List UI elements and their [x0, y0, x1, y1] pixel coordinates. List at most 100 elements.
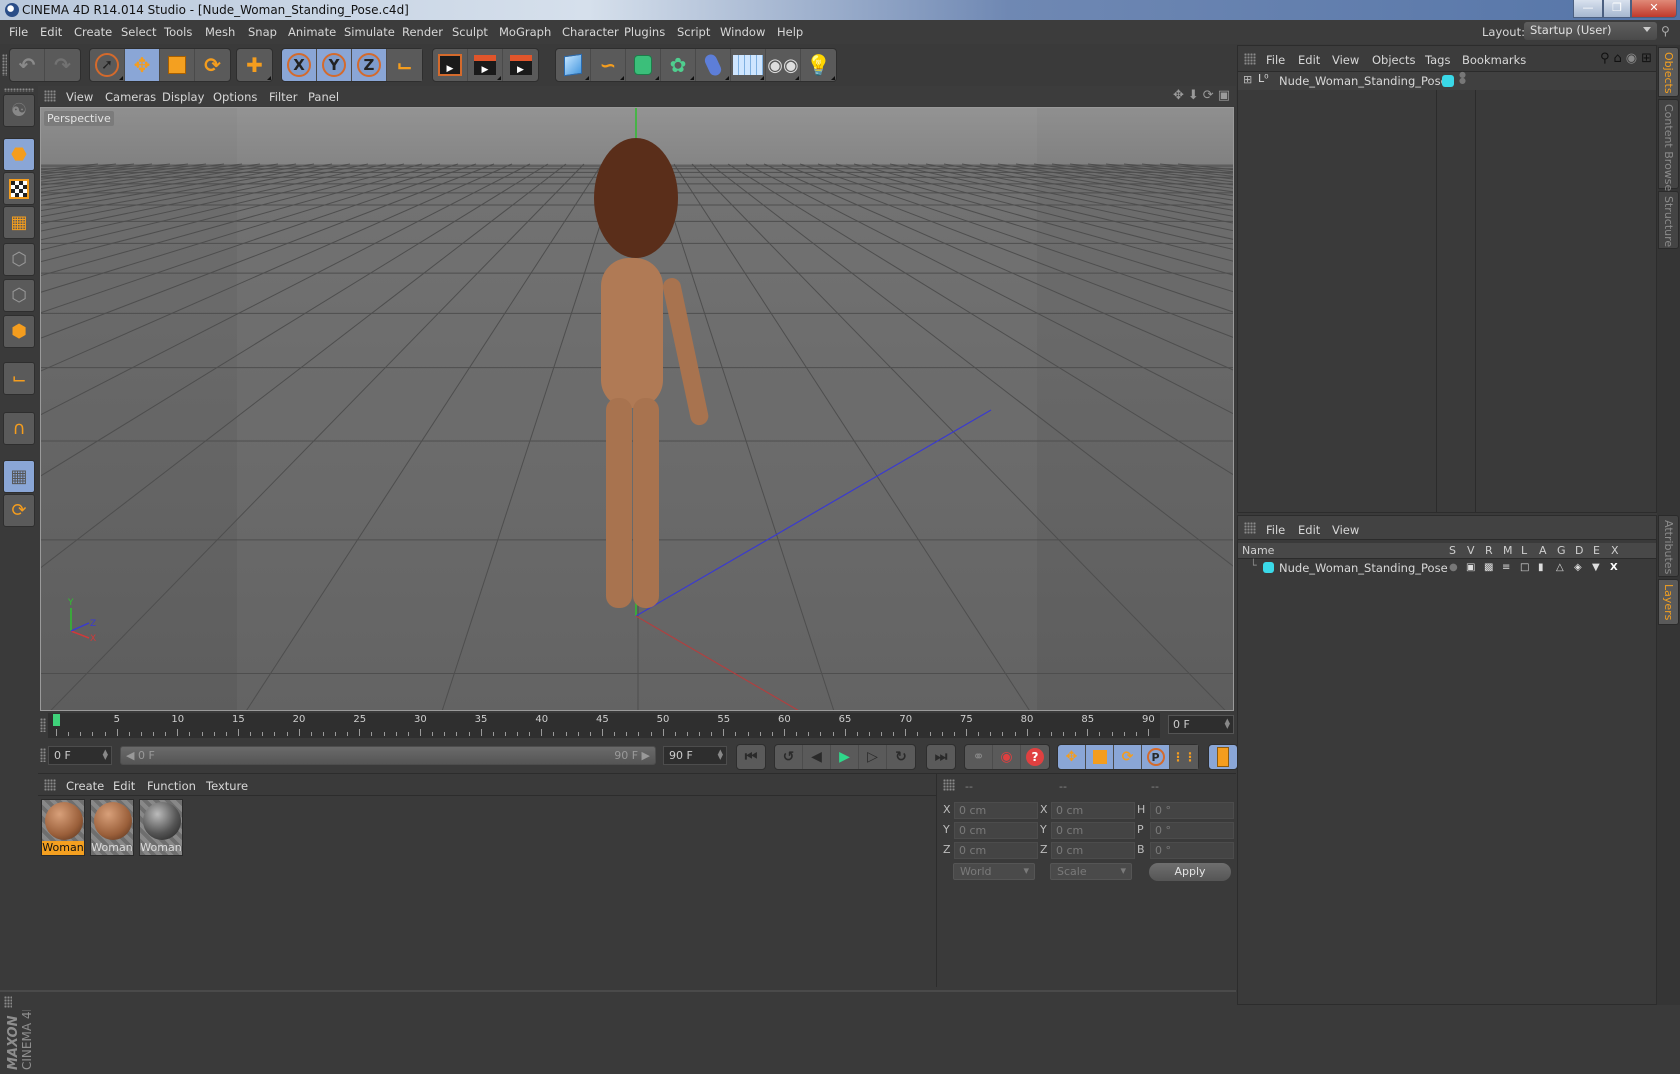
range-right-arrow-icon[interactable]: ▶ [642, 749, 650, 762]
previous-key-button[interactable]: ↺ [775, 745, 803, 769]
material-swatch[interactable]: Woman [90, 799, 134, 856]
viewport-grip[interactable] [44, 90, 56, 102]
render-picture-viewer-button[interactable]: ▶ [468, 49, 503, 81]
column-manager[interactable]: M [1503, 544, 1513, 557]
material-menu-texture[interactable]: Texture [206, 779, 248, 793]
timeline-ruler[interactable]: 051015202530354045505560657075808590 [48, 713, 1160, 738]
close-button[interactable]: ✕ [1631, 0, 1677, 18]
visibility-dots-icon[interactable]: ● ● [1459, 71, 1466, 85]
object-name[interactable]: Nude_Woman_Standing_Pose [1279, 74, 1448, 88]
key-rotation-button[interactable]: ⟳ [1114, 745, 1142, 769]
menu-mesh[interactable]: Mesh [205, 25, 235, 39]
tab-layers[interactable]: Layers [1658, 579, 1679, 625]
home-icon[interactable]: ⌂ [1613, 51, 1621, 66]
layers-grip[interactable] [1244, 522, 1256, 534]
live-selection-button[interactable]: ➚ [90, 49, 125, 81]
light-button[interactable]: 💡 [801, 49, 836, 81]
pos-x-field[interactable]: 0 cm [954, 802, 1038, 819]
viewport-canvas[interactable]: Y X Z Perspective [40, 107, 1234, 711]
zoom-icon[interactable]: ⬇ [1188, 88, 1199, 103]
column-expressions[interactable]: E [1593, 544, 1600, 557]
new-window-icon[interactable]: ⊞ [1641, 51, 1652, 66]
column-solo[interactable]: S [1449, 544, 1456, 557]
column-xref[interactable]: X [1611, 544, 1619, 557]
lock-icon[interactable]: □ [1520, 562, 1529, 573]
rot-b-field[interactable]: 0 ° [1150, 842, 1234, 859]
layers-menu-file[interactable]: File [1266, 523, 1285, 537]
recent-tool-button[interactable]: ✚ [237, 49, 272, 81]
layer-color-swatch[interactable] [1442, 75, 1454, 87]
camera-label[interactable]: Perspective [44, 111, 114, 126]
cube-button[interactable] [556, 49, 591, 81]
timeline-window-button[interactable] [1209, 745, 1237, 769]
key-position-button[interactable]: ✥ [1058, 745, 1086, 769]
toggle-layout-icon[interactable]: ▣ [1218, 88, 1230, 103]
tab-objects[interactable]: Objects [1658, 47, 1679, 97]
locked-workplane-button[interactable]: ▦ [3, 460, 35, 493]
menu-plugins[interactable]: Plugins [624, 25, 665, 39]
mograph-cloner-button[interactable]: ✿ [661, 49, 696, 81]
edges-mode-button[interactable]: ⬡ [3, 279, 35, 312]
column-render[interactable]: R [1485, 544, 1493, 557]
render-settings-button[interactable]: ▶ [503, 49, 538, 81]
expressions-icon[interactable]: ▼ [1592, 562, 1600, 573]
texture-mode-button[interactable] [3, 172, 35, 205]
expand-icon[interactable]: ⊞ [1243, 73, 1252, 86]
record-button[interactable]: ◉ [993, 745, 1021, 769]
polygons-mode-button[interactable]: ⬢ [3, 315, 35, 348]
spline-button[interactable]: ∽ [591, 49, 626, 81]
coordinate-space-select[interactable]: World ▾ [953, 863, 1035, 880]
column-visible[interactable]: V [1467, 544, 1475, 557]
scale-button[interactable] [160, 49, 195, 81]
x-axis-button[interactable]: X [282, 49, 317, 81]
layers-menu-edit[interactable]: Edit [1298, 523, 1320, 537]
spinner-icon[interactable]: ▲ ▼ [1225, 718, 1230, 730]
spinner-icon[interactable]: ▲ ▼ [718, 749, 723, 761]
generators-icon[interactable]: △ [1556, 562, 1564, 573]
tab-content-browser[interactable]: Content Browser [1658, 99, 1679, 196]
column-generators[interactable]: G [1557, 544, 1566, 557]
objects-menu-tags[interactable]: Tags [1425, 53, 1450, 67]
animation-icon[interactable]: ▮ [1538, 562, 1544, 573]
render-icon[interactable]: ▩ [1484, 562, 1493, 573]
material-menu-edit[interactable]: Edit [113, 779, 135, 793]
column-deformers[interactable]: D [1575, 544, 1583, 557]
menu-animate[interactable]: Animate [288, 25, 336, 39]
axis-mode-button[interactable]: ⌙ [3, 362, 35, 395]
rot-h-field[interactable]: 0 ° [1150, 802, 1234, 819]
deformer-button[interactable] [696, 49, 731, 81]
coordinate-mode-select[interactable]: Scale ▾ [1050, 863, 1132, 880]
rot-p-field[interactable]: 0 ° [1150, 822, 1234, 839]
coordinate-system-button[interactable]: ⌙ [387, 49, 422, 81]
playhead[interactable] [53, 714, 60, 726]
menu-edit[interactable]: Edit [40, 25, 62, 39]
menu-create[interactable]: Create [74, 25, 112, 39]
material-swatch[interactable]: Woman [41, 799, 85, 856]
layer-name[interactable]: Nude_Woman_Standing_Pose [1279, 561, 1448, 575]
tab-attributes[interactable]: Attributes [1658, 515, 1679, 577]
viewport-menu-options[interactable]: Options [213, 90, 257, 104]
key-parameter-button[interactable]: P [1142, 745, 1170, 769]
workplane-mode-button[interactable]: ▦ [3, 206, 35, 239]
minimize-button[interactable]: — [1573, 0, 1603, 18]
pos-y-field[interactable]: 0 cm [954, 822, 1038, 839]
column-animation[interactable]: A [1539, 544, 1547, 557]
menu-help[interactable]: Help [777, 25, 803, 39]
range-left-arrow-icon[interactable]: ◀ [126, 749, 134, 762]
size-y-field[interactable]: 0 cm [1051, 822, 1135, 839]
search-icon[interactable]: ⚲ [1661, 24, 1670, 38]
objects-grip[interactable] [1244, 53, 1256, 65]
menu-render[interactable]: Render [402, 25, 443, 39]
nurbs-button[interactable] [626, 49, 661, 81]
viewport-menu-panel[interactable]: Panel [308, 90, 339, 104]
viewport-menu-cameras[interactable]: Cameras [105, 90, 156, 104]
material-swatch[interactable]: Woman [139, 799, 183, 856]
menu-tools[interactable]: Tools [164, 25, 192, 39]
coords-grip[interactable] [943, 779, 955, 791]
apply-button[interactable]: Apply [1149, 863, 1231, 881]
status-grip[interactable] [4, 996, 12, 1008]
manager-icon[interactable]: ≡ [1502, 562, 1510, 573]
deformers-icon[interactable]: ◈ [1574, 562, 1582, 573]
material-grip[interactable] [44, 779, 56, 791]
undo-button[interactable]: ↶ [10, 49, 45, 81]
